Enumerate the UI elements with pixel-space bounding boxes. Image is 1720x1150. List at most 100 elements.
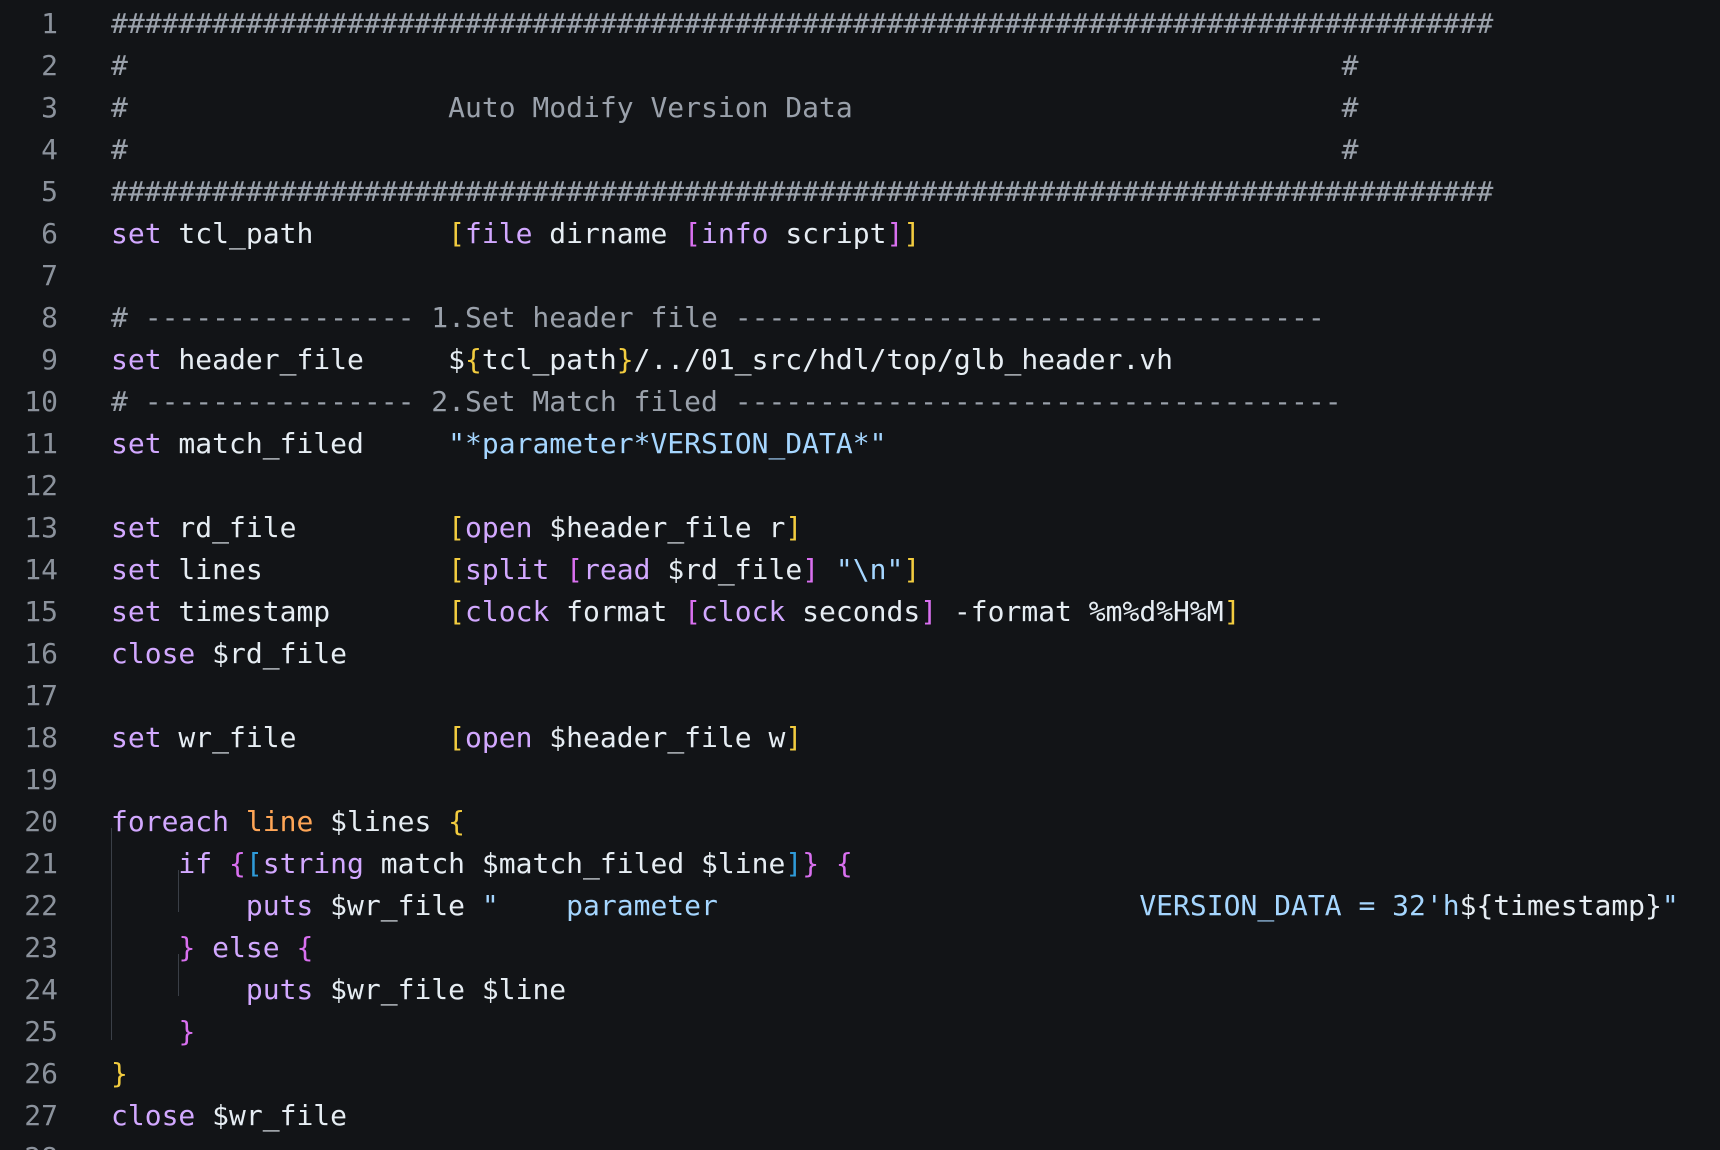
indent-guide-foreach bbox=[111, 828, 112, 1040]
code-token: [ bbox=[684, 595, 702, 628]
code-line[interactable]: 14 set lines [split [read $rd_file] "\n"] bbox=[0, 549, 1720, 591]
code-token: clock bbox=[701, 595, 786, 628]
line-code: set lines [split [read $rd_file] "\n"] bbox=[111, 555, 920, 585]
line-code: set wr_file [open $header_file w] bbox=[111, 723, 802, 753]
line-number: 5 bbox=[41, 175, 58, 208]
code-token: wr_file bbox=[161, 721, 449, 754]
code-token: $wr_file bbox=[195, 1099, 348, 1132]
line-number: 18 bbox=[24, 721, 58, 754]
code-token: { bbox=[229, 847, 246, 880]
line-code: foreach line $lines { bbox=[111, 807, 465, 837]
code-token: open bbox=[465, 721, 533, 754]
code-line[interactable]: 22 puts $wr_file " parameter VERSION_DAT… bbox=[0, 885, 1720, 927]
code-line[interactable]: 7 bbox=[0, 255, 1720, 297]
code-token: ] bbox=[785, 847, 803, 880]
code-token: if bbox=[111, 847, 230, 880]
code-token: # ---------------- 2.Set Match filed ---… bbox=[111, 385, 1342, 418]
line-number: 27 bbox=[24, 1099, 58, 1132]
code-token: file bbox=[465, 217, 533, 250]
code-line[interactable]: 10 # ---------------- 2.Set Match filed -… bbox=[0, 381, 1720, 423]
line-number: 16 bbox=[24, 637, 58, 670]
line-code: } bbox=[111, 1059, 128, 1089]
code-line[interactable]: 5 #######################################… bbox=[0, 171, 1720, 213]
code-line[interactable]: 20 foreach line $lines { bbox=[0, 801, 1720, 843]
code-line[interactable]: 11 set match_filed "*parameter*VERSION_DA… bbox=[0, 423, 1720, 465]
code-token: [ bbox=[245, 847, 263, 880]
code-token: split bbox=[465, 553, 550, 586]
line-number: 28 bbox=[0, 1143, 58, 1150]
code-line[interactable]: 4 # # bbox=[0, 129, 1720, 171]
line-code: puts $wr_file $line bbox=[111, 975, 566, 1005]
code-token: puts bbox=[111, 973, 314, 1006]
code-token: set bbox=[111, 343, 162, 376]
code-token: close bbox=[111, 1099, 196, 1132]
code-token: tcl_path bbox=[161, 217, 449, 250]
code-line[interactable]: 15 set timestamp [clock format [clock sec… bbox=[0, 591, 1720, 633]
code-token: rd_file bbox=[161, 511, 449, 544]
code-token: "\n" bbox=[835, 553, 904, 586]
code-token: ] bbox=[1223, 595, 1241, 628]
line-number: 14 bbox=[24, 553, 58, 586]
code-token: " bbox=[1661, 889, 1679, 922]
code-line[interactable]: 24 puts $wr_file $line bbox=[0, 969, 1720, 1011]
code-token: $header_file r bbox=[532, 511, 786, 544]
code-token: [ bbox=[448, 511, 466, 544]
code-line[interactable]: 1 #######################################… bbox=[0, 3, 1720, 45]
code-editor[interactable]: 1 #######################################… bbox=[0, 0, 1720, 1150]
code-token: } bbox=[111, 1057, 128, 1090]
line-code: if {[string match $match_filed $line]} { bbox=[111, 847, 852, 880]
code-token: read bbox=[583, 553, 651, 586]
code-line[interactable]: 6 set tcl_path [file dirname [info script… bbox=[0, 213, 1720, 255]
code-line[interactable]: 17 bbox=[0, 675, 1720, 717]
code-token: set bbox=[111, 553, 162, 586]
code-token: match $match_filed $line bbox=[363, 847, 786, 880]
code-line[interactable]: 12 bbox=[0, 465, 1720, 507]
code-line[interactable]: 23 } else { bbox=[0, 927, 1720, 969]
line-code: ########################################… bbox=[111, 177, 1493, 207]
line-number: 1 bbox=[41, 7, 58, 40]
line-number: 23 bbox=[24, 931, 58, 964]
code-token: [ bbox=[448, 721, 466, 754]
code-line[interactable]: 13 set rd_file [open $header_file r] bbox=[0, 507, 1720, 549]
code-line[interactable]: 26} bbox=[0, 1053, 1720, 1095]
line-number: 17 bbox=[24, 679, 58, 712]
code-token: [ bbox=[448, 553, 466, 586]
code-line[interactable]: 2 # # bbox=[0, 45, 1720, 87]
code-token: script bbox=[768, 217, 887, 250]
code-token: puts bbox=[111, 889, 314, 922]
line-number: 6 bbox=[41, 217, 58, 250]
line-code: } bbox=[111, 1017, 195, 1047]
code-line[interactable]: 28 bbox=[0, 1137, 1720, 1150]
code-line[interactable]: 18 set wr_file [open $header_file w] bbox=[0, 717, 1720, 759]
code-line[interactable]: 8 # ---------------- 1.Set header file --… bbox=[0, 297, 1720, 339]
code-line[interactable]: 21 if {[string match $match_filed $line]… bbox=[0, 843, 1720, 885]
code-token: timestamp bbox=[161, 595, 449, 628]
code-token: $rd_file bbox=[650, 553, 803, 586]
code-token: $rd_file bbox=[195, 637, 348, 670]
code-token: set bbox=[111, 217, 162, 250]
code-token: { bbox=[296, 931, 314, 964]
code-token: -format %m%d%H%M bbox=[937, 595, 1224, 628]
code-line[interactable]: 25 } bbox=[0, 1011, 1720, 1053]
code-line[interactable]: 16 close $rd_file bbox=[0, 633, 1720, 675]
code-token: ] bbox=[903, 553, 921, 586]
line-number: 24 bbox=[24, 973, 58, 1006]
code-token: # Auto Modify Version Data # bbox=[111, 91, 1359, 124]
line-code: # ---------------- 2.Set Match filed ---… bbox=[111, 387, 1342, 417]
code-token: else bbox=[195, 931, 297, 964]
line-code: set timestamp [clock format [clock secon… bbox=[111, 597, 1240, 627]
indent-guide-else bbox=[178, 954, 179, 996]
code-line[interactable]: 27 close $wr_file bbox=[0, 1095, 1720, 1137]
code-token: } bbox=[178, 931, 196, 964]
code-line[interactable]: 19 bbox=[0, 759, 1720, 801]
code-token: ] bbox=[785, 721, 803, 754]
code-line[interactable]: 9 set header_file ${tcl_path}/../01_src/h… bbox=[0, 339, 1720, 381]
line-code: puts $wr_file " parameter VERSION_DATA =… bbox=[111, 891, 1679, 921]
line-number: 8 bbox=[41, 301, 58, 334]
line-number: 21 bbox=[24, 847, 58, 880]
code-token: header_file $ bbox=[161, 343, 466, 376]
code-line[interactable]: 3 # Auto Modify Version Data # bbox=[0, 87, 1720, 129]
